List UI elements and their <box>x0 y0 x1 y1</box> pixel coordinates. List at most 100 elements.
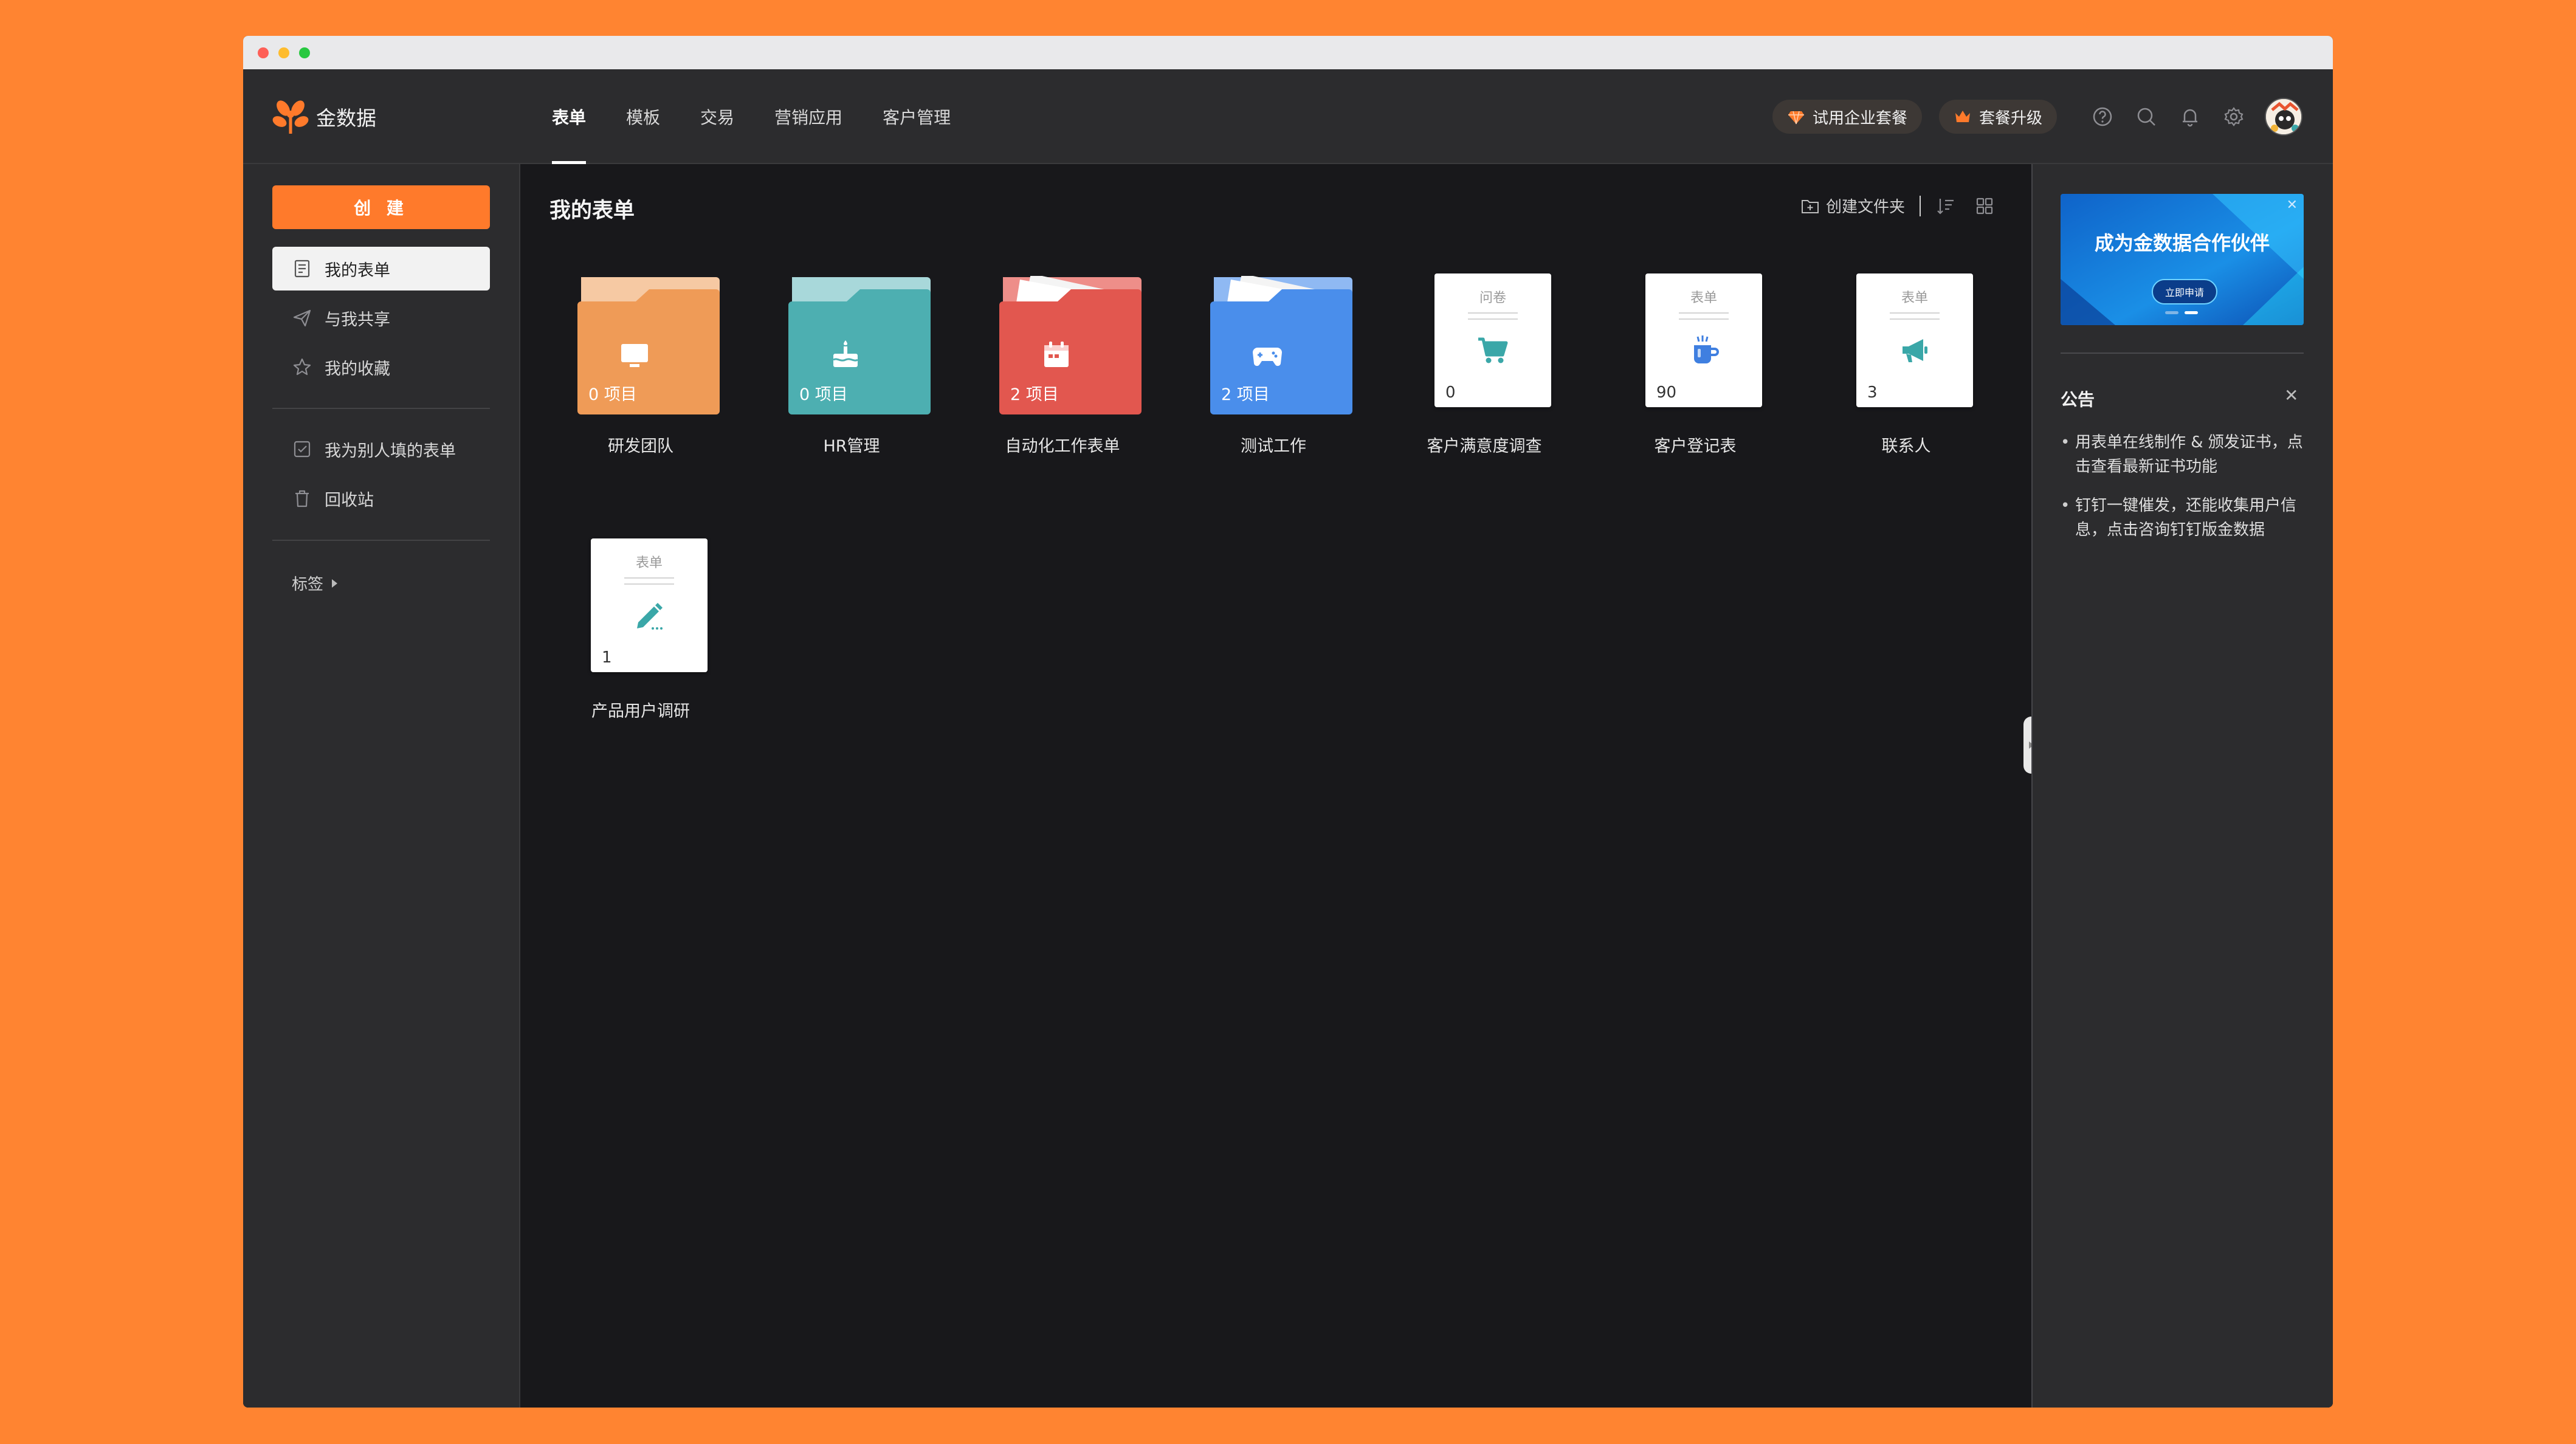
tags-label: 标签 <box>292 576 324 594</box>
create-button[interactable]: 创 建 <box>272 185 490 229</box>
tab-transactions[interactable]: 交易 <box>700 69 734 164</box>
trial-enterprise-button[interactable]: 试用企业套餐 <box>1772 100 1922 134</box>
help-button[interactable] <box>2087 101 2118 132</box>
notifications-button[interactable] <box>2175 101 2205 132</box>
user-avatar[interactable] <box>2265 98 2302 136</box>
create-folder-button[interactable]: 创建文件夹 <box>1826 194 1905 217</box>
brand[interactable]: 金数据 <box>271 94 376 140</box>
checkbox-icon <box>294 441 311 458</box>
top-navigation-bar: 金数据 表单 模板 交易 营销应用 客户管理 试用企业套餐 套餐升级 <box>243 69 2333 164</box>
sort-icon[interactable] <box>1935 196 1956 216</box>
settings-button[interactable] <box>2219 101 2249 132</box>
banner-pagination <box>2165 311 2204 314</box>
upgrade-plan-button[interactable]: 套餐升级 <box>1938 100 2057 134</box>
form-item-name: 联系人 <box>1881 437 1931 456</box>
folder-item-count: 2 项目 <box>1010 385 1059 404</box>
grid-view-icon[interactable] <box>1974 196 1995 216</box>
folder-item[interactable]: 2 项目 测试工作 <box>1182 276 1365 476</box>
content-toolbar: 创建文件夹 <box>1800 194 1995 217</box>
trash-icon <box>295 490 309 507</box>
sidebar-item-my-forms[interactable]: 我的表单 <box>272 247 490 291</box>
calendar-icon <box>1044 342 1069 367</box>
folder-item[interactable]: 0 项目 HR管理 <box>760 276 943 476</box>
folder-item-name: 测试工作 <box>1241 437 1306 456</box>
brand-name: 金数据 <box>316 106 376 130</box>
form-icon <box>294 260 310 278</box>
bell-icon <box>2183 109 2197 127</box>
cake-icon <box>833 340 858 367</box>
nav-actions: 试用企业套餐 套餐升级 <box>1772 69 2302 164</box>
tab-forms[interactable]: 表单 <box>552 69 587 164</box>
form-card-line <box>1890 312 1940 314</box>
sidebar-item-label: 回收站 <box>325 490 374 510</box>
form-type-label: 表单 <box>1690 291 1717 306</box>
gamepad-icon <box>1253 348 1282 366</box>
form-card-line <box>1468 312 1518 314</box>
folder-item-name: 研发团队 <box>608 437 673 456</box>
folder-item-count: 0 项目 <box>799 385 848 404</box>
tags-toggle[interactable]: 标签 <box>292 572 338 594</box>
notice-item[interactable]: 钉钉一键催发，还能收集用户信息，点击咨询钉钉版金数据 <box>2061 493 2304 542</box>
zoom-window-button[interactable] <box>299 47 310 58</box>
form-card: 表单 3 <box>1856 273 1973 407</box>
form-card-line <box>624 577 674 579</box>
search-button[interactable] <box>2131 101 2161 132</box>
minimize-window-button[interactable] <box>278 47 289 58</box>
banner-title: 成为金数据合作伙伴 <box>2094 232 2270 255</box>
tab-marketing-apps[interactable]: 营销应用 <box>774 69 842 164</box>
settings-icon <box>2224 107 2244 126</box>
sidebar: 创 建 我的表单 与我共享 我的收藏 我为别人填的表单 回收站 标签 <box>243 164 520 1408</box>
form-card: 表单 90 <box>1645 273 1762 407</box>
notice-item[interactable]: 用表单在线制作 & 颁发证书，点击查看最新证书功能 <box>2061 430 2304 479</box>
toolbar-divider <box>1920 195 1921 216</box>
upgrade-plan-label: 套餐升级 <box>1978 109 2042 128</box>
sidebar-item-trash[interactable]: 回收站 <box>272 476 490 520</box>
form-type-label: 表单 <box>635 555 663 571</box>
form-item[interactable]: 问卷 0 客户满意度调查 <box>1393 273 1576 474</box>
trial-enterprise-label: 试用企业套餐 <box>1812 109 1907 128</box>
brand-logo-icon <box>272 100 309 134</box>
window-titlebar <box>243 36 2333 69</box>
form-response-count: 90 <box>1656 383 1677 402</box>
banner-apply-button[interactable]: 立即申请 <box>2152 279 2217 304</box>
form-item-name: 客户登记表 <box>1654 437 1737 456</box>
form-item[interactable]: 表单 3 联系人 <box>1815 273 1997 474</box>
tab-templates[interactable]: 模板 <box>626 69 660 164</box>
caret-right-icon <box>332 579 338 588</box>
diamond-icon <box>1788 111 1804 125</box>
sidebar-item-label: 我为别人填的表单 <box>325 441 456 461</box>
form-item[interactable]: 表单 90 客户登记表 <box>1604 273 1786 474</box>
star-icon <box>293 358 311 376</box>
page-title: 我的表单 <box>549 199 635 223</box>
sidebar-item-filled-for-others[interactable]: 我为别人填的表单 <box>272 427 490 471</box>
folder-item-name: HR管理 <box>823 437 880 456</box>
form-item[interactable]: 表单 1 产品用户调研 <box>549 538 732 739</box>
tab-customer-management[interactable]: 客户管理 <box>883 69 951 164</box>
right-panel-divider <box>2061 352 2304 354</box>
form-item-name: 产品用户调研 <box>591 702 690 721</box>
form-card-line <box>1679 312 1729 314</box>
close-window-button[interactable] <box>258 47 269 58</box>
cart-icon <box>1478 337 1508 363</box>
form-response-count: 1 <box>602 648 612 667</box>
sidebar-item-label: 我的表单 <box>325 261 390 280</box>
form-card: 表单 1 <box>591 538 708 672</box>
partner-banner[interactable]: ✕ 成为金数据合作伙伴 立即申请 <box>2061 194 2304 325</box>
form-response-count: 3 <box>1867 383 1878 402</box>
sidebar-divider <box>272 408 490 409</box>
crown-icon <box>1955 111 1970 122</box>
folder-item[interactable]: 2 项目 自动化工作表单 <box>971 276 1154 476</box>
paper-plane-icon <box>293 309 311 327</box>
banner-dot-active[interactable] <box>2185 311 2198 314</box>
sidebar-item-favorites[interactable]: 我的收藏 <box>272 345 490 389</box>
notice-close-icon[interactable]: ✕ <box>2284 385 2298 405</box>
sidebar-item-label: 我的收藏 <box>325 359 390 379</box>
sidebar-divider <box>272 540 490 541</box>
banner-close-icon[interactable]: ✕ <box>2287 198 2298 213</box>
folder-item-name: 自动化工作表单 <box>1005 437 1120 456</box>
sidebar-item-shared-with-me[interactable]: 与我共享 <box>272 296 490 340</box>
form-card: 问卷 0 <box>1434 273 1551 407</box>
megaphone-icon <box>1903 339 1927 362</box>
folder-item[interactable]: 0 项目 研发团队 <box>549 276 732 476</box>
banner-dot[interactable] <box>2165 311 2178 314</box>
